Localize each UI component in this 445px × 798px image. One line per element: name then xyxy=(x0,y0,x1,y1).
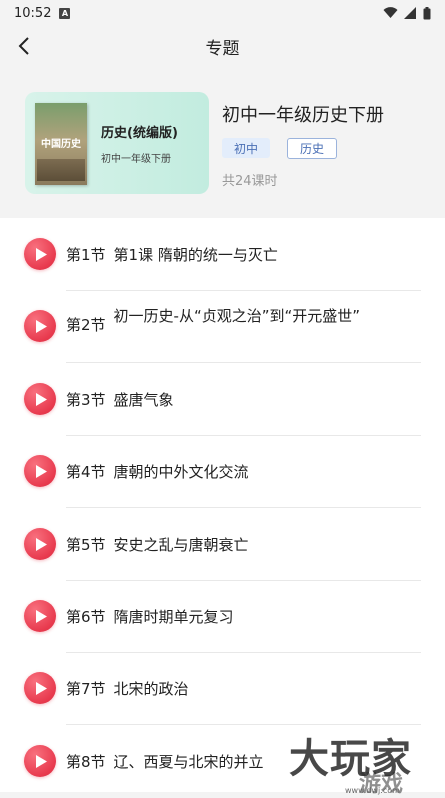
lesson-title: 安史之乱与唐朝衰亡 xyxy=(113,536,249,554)
lesson-row-3[interactable]: 第3节 盛唐气象 xyxy=(0,363,445,436)
top-app-bar: 专题 xyxy=(0,26,445,66)
play-icon[interactable] xyxy=(24,528,56,560)
play-icon[interactable] xyxy=(24,672,56,704)
play-icon[interactable] xyxy=(24,383,56,415)
lesson-row-5[interactable]: 第5节 安史之乱与唐朝衰亡 xyxy=(0,508,445,581)
lesson-list: 第1节 第1课 隋朝的统一与灭亡 第2节 初一历史-从“贞观之治”到“开元盛世” 第… xyxy=(0,218,445,792)
page-title: 专题 xyxy=(205,38,240,59)
lesson-number: 第7节 xyxy=(66,680,106,698)
lesson-label: 第2节 初一历史-从“贞观之治”到“开元盛世” xyxy=(66,306,366,335)
book-cover-image: 中国历史 xyxy=(35,103,87,185)
play-icon[interactable] xyxy=(24,600,56,632)
lesson-title: 唐朝的中外文化交流 xyxy=(113,463,249,481)
play-icon[interactable] xyxy=(24,310,56,342)
book-subtitle: 初中一年级下册 xyxy=(101,154,171,165)
status-time: 10:52 xyxy=(14,5,52,21)
lesson-row-7[interactable]: 第7节 北宋的政治 xyxy=(0,652,445,725)
chevron-left-icon xyxy=(18,37,29,55)
topic-cover-card: 中国历史 历史(统编版) 初中一年级下册 xyxy=(25,92,209,194)
lesson-count: 共24课时 xyxy=(222,174,278,189)
lesson-number: 第5节 xyxy=(66,536,106,554)
lesson-label: 第5节 安史之乱与唐朝衰亡 xyxy=(66,534,249,555)
cover-illustration xyxy=(37,159,85,181)
back-button[interactable] xyxy=(8,30,40,62)
lesson-label: 第4节 唐朝的中外文化交流 xyxy=(66,461,249,482)
lesson-title: 初一历史-从“贞观之治”到“开元盛世” xyxy=(113,307,361,325)
lesson-title: 隋唐时期单元复习 xyxy=(113,608,234,626)
tag-grade: 初中 xyxy=(222,138,271,158)
lesson-row-1[interactable]: 第1节 第1课 隋朝的统一与灭亡 xyxy=(0,218,445,291)
lesson-title: 第1课 隋朝的统一与灭亡 xyxy=(113,246,278,264)
status-bar: 10:52 A xyxy=(0,0,445,26)
wifi-icon xyxy=(383,7,398,18)
tag-subject: 历史 xyxy=(287,138,338,159)
lesson-row-6[interactable]: 第6节 隋唐时期单元复习 xyxy=(0,580,445,653)
lesson-label: 第8节 辽、西夏与北宋的并立 xyxy=(66,751,264,772)
topic-title: 初中一年级历史下册 xyxy=(222,105,384,126)
signal-icon xyxy=(404,7,416,19)
lesson-title: 盛唐气象 xyxy=(113,391,174,409)
lesson-number: 第2节 xyxy=(66,316,106,334)
app-notification-icon: A xyxy=(59,7,71,19)
lesson-number: 第1节 xyxy=(66,246,106,264)
cover-title-text: 中国历史 xyxy=(41,139,81,150)
lesson-title: 北宋的政治 xyxy=(113,680,189,698)
lesson-label: 第3节 盛唐气象 xyxy=(66,389,174,410)
lesson-label: 第1节 第1课 隋朝的统一与灭亡 xyxy=(66,244,278,265)
watermark-url: www.dwj.com xyxy=(345,786,400,795)
book-title: 历史(统编版) xyxy=(101,126,178,141)
lesson-label: 第6节 隋唐时期单元复习 xyxy=(66,606,234,627)
lesson-number: 第3节 xyxy=(66,391,106,409)
lesson-number: 第8节 xyxy=(66,753,106,771)
lesson-number: 第6节 xyxy=(66,608,106,626)
lesson-row-4[interactable]: 第4节 唐朝的中外文化交流 xyxy=(0,435,445,508)
watermark-logo: 大玩家 游戏 www.dwj.com xyxy=(287,726,445,797)
battery-icon xyxy=(423,6,431,19)
play-icon[interactable] xyxy=(24,238,56,270)
play-icon[interactable] xyxy=(24,745,56,777)
lesson-label: 第7节 北宋的政治 xyxy=(66,678,189,699)
lesson-number: 第4节 xyxy=(66,463,106,481)
lesson-title: 辽、西夏与北宋的并立 xyxy=(113,753,264,771)
play-icon[interactable] xyxy=(24,455,56,487)
lesson-row-2[interactable]: 第2节 初一历史-从“贞观之治”到“开元盛世” xyxy=(0,290,445,363)
